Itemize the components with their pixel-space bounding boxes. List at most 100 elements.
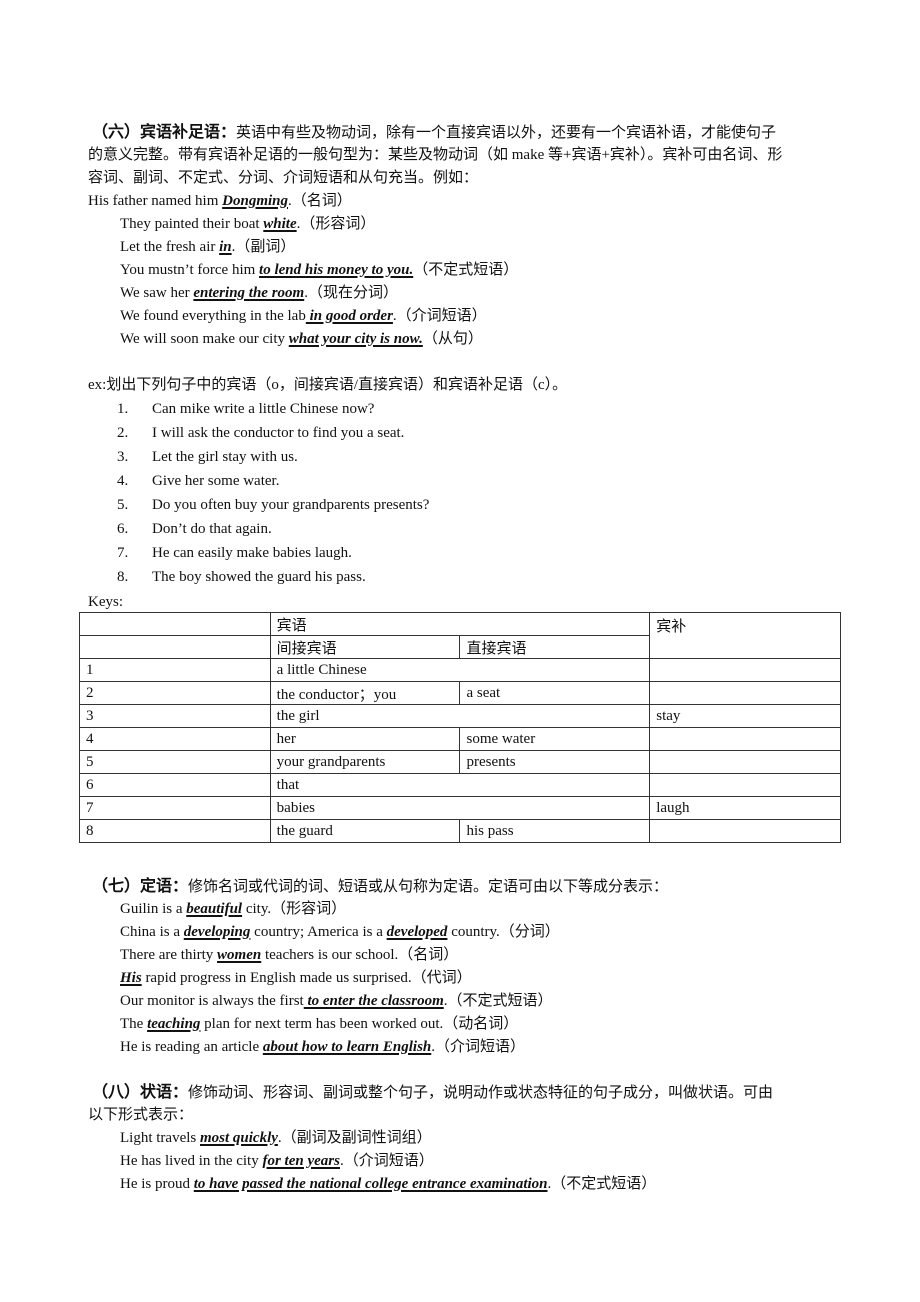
section6-label: （六）宾语补足语：: [92, 122, 237, 141]
table-row: 5 your grandparents presents: [79, 750, 841, 774]
section7-example: His rapid progress in English made us su…: [120, 968, 472, 988]
complement-cell: stay: [649, 704, 841, 728]
exercise-instruction: ex:划出下列句子中的宾语（o，间接宾语/直接宾语）和宾语补足语（c）。: [88, 377, 568, 393]
example-text: The: [120, 1016, 148, 1032]
direct-object-cell: his pass: [459, 819, 651, 843]
example-note: （从句）: [422, 331, 483, 347]
complement-cell: [649, 681, 841, 705]
exercise-item-number: 8.: [117, 569, 129, 585]
complement-cell: [649, 658, 841, 682]
example-highlight: in: [219, 239, 232, 255]
example-highlight: Dongming: [222, 193, 288, 209]
row-number: 8: [79, 819, 271, 843]
direct-object-cell: presents: [459, 750, 651, 774]
example-text: China is a: [120, 924, 184, 940]
exercise-item-text: Don’t do that again.: [152, 521, 272, 537]
example-text: We found everything in the lab: [120, 308, 306, 324]
complement-cell: [649, 750, 841, 774]
exercise-item-text: Let the girl stay with us.: [152, 449, 298, 465]
example-highlight: in good order: [305, 308, 393, 324]
example-text: We saw her: [120, 285, 194, 301]
section6-example: We saw her entering the room.（现在分词）: [120, 283, 398, 303]
header-indirect: 间接宾语: [269, 635, 461, 659]
object-cell: the girl: [269, 704, 651, 728]
table-cell: [79, 612, 271, 636]
exercise-item-number: 3.: [117, 449, 129, 465]
section7-label: （七）定语：: [92, 876, 189, 895]
indirect-object-cell: the guard: [269, 819, 461, 843]
example-highlight: developing: [183, 924, 251, 940]
indirect-object-cell: the conductor；you: [269, 681, 461, 705]
exercise-item-number: 6.: [117, 521, 129, 537]
exercise-item-number: 7.: [117, 545, 129, 561]
row-number: 4: [79, 727, 271, 751]
section6-intro-line3: 容词、副词、不定式、分词、介词短语和从句充当。例如：: [88, 170, 479, 186]
exercise-item-text: Give her some water.: [152, 473, 280, 489]
example-note: .（副词及副词性词组）: [277, 1130, 432, 1146]
indirect-object-cell: your grandparents: [269, 750, 461, 774]
direct-object-cell: some water: [459, 727, 651, 751]
indirect-object-cell: her: [269, 727, 461, 751]
example-text: .（介词短语）: [431, 1039, 526, 1055]
section8-label: （八）状语：: [92, 1082, 189, 1101]
example-text: Guilin is a: [120, 901, 187, 917]
document-page: （六）宾语补足语：英语中有些及物动词，除有一个直接宾语以外，还要有一个宾语补语，…: [0, 0, 920, 1302]
example-text: His father named him: [88, 193, 223, 209]
exercise-item-text: He can easily make babies laugh.: [152, 545, 352, 561]
section6-heading: （六）宾语补足语：英语中有些及物动词，除有一个直接宾语以外，还要有一个宾语补语，…: [92, 122, 776, 143]
example-text: Light travels: [120, 1130, 200, 1146]
example-highlight: developed: [386, 924, 448, 940]
section7-heading: （七）定语：修饰名词或代词的词、短语或从句称为定语。定语可由以下等成分表示：: [92, 876, 668, 897]
complement-cell: [649, 819, 841, 843]
row-number: 7: [79, 796, 271, 820]
example-note: （不定式短语）: [413, 262, 519, 278]
keys-table: 宾语 宾补 间接宾语 直接宾语 1 a little Chinese 2 the…: [79, 612, 841, 843]
table-row: 6 that: [79, 773, 841, 797]
row-number: 2: [79, 681, 271, 705]
example-highlight: to lend his money to you.: [259, 262, 414, 278]
section8-example: He has lived in the city for ten years.（…: [120, 1151, 434, 1171]
exercise-item-text: The boy showed the guard his pass.: [152, 569, 366, 585]
example-text: teachers is our school.（名词）: [261, 947, 459, 963]
example-note: .（现在分词）: [304, 285, 398, 301]
object-cell: babies: [269, 796, 651, 820]
section7-example: Guilin is a beautiful city.（形容词）: [120, 899, 346, 919]
table-row: 7 babies laugh: [79, 796, 841, 820]
header-complement: 宾补: [649, 612, 841, 659]
row-number: 5: [79, 750, 271, 774]
header-object: 宾语: [269, 612, 651, 636]
section6-example: They painted their boat white.（形容词）: [120, 214, 375, 234]
section8-example: Light travels most quickly.（副词及副词性词组）: [120, 1128, 432, 1148]
example-highlight: teaching: [147, 1016, 201, 1032]
exercise-item-text: Can mike write a little Chinese now?: [152, 401, 375, 417]
example-note: .（名词）: [288, 193, 352, 209]
example-highlight: women: [217, 947, 262, 963]
exercise-item-text: I will ask the conductor to find you a s…: [152, 425, 405, 441]
example-note: .（副词）: [231, 239, 296, 255]
header-direct: 直接宾语: [459, 635, 651, 659]
complement-cell: [649, 727, 841, 751]
table-row: 4 her some water: [79, 727, 841, 751]
example-text: Let the fresh air: [120, 239, 220, 255]
table-row: 3 the girl stay: [79, 704, 841, 728]
section7-intro: 修饰名词或代词的词、短语或从句称为定语。定语可由以下等成分表示：: [188, 879, 669, 895]
section6-example: His father named him Dongming.（名词）: [88, 191, 352, 211]
section6-example: We will soon make our city what your cit…: [120, 329, 483, 349]
exercise-item-number: 5.: [117, 497, 129, 513]
complement-cell: laugh: [649, 796, 841, 820]
example-highlight: for ten years: [262, 1153, 340, 1169]
example-highlight: entering the room: [193, 285, 305, 301]
section6-intro-line2: 的意义完整。带有宾语补足语的一般句型为：某些及物动词（如 make 等+宾语+宾…: [88, 147, 783, 163]
table-cell: [79, 635, 271, 659]
example-note: .（介词短语）: [339, 1153, 434, 1169]
table-header-row: 宾语 宾补: [79, 612, 841, 659]
section8-intro-line2: 以下形式表示：: [88, 1107, 194, 1123]
example-text: We will soon make our city: [120, 331, 289, 347]
example-text: He is reading an article: [120, 1039, 263, 1055]
object-cell: that: [269, 773, 651, 797]
section7-example: He is reading an article about how to le…: [120, 1037, 525, 1057]
example-note: .（不定式短语）: [547, 1176, 657, 1192]
exercise-item-number: 1.: [117, 401, 129, 417]
example-text: plan for next term has been worked out.（…: [200, 1016, 519, 1032]
direct-object-cell: a seat: [459, 681, 651, 705]
